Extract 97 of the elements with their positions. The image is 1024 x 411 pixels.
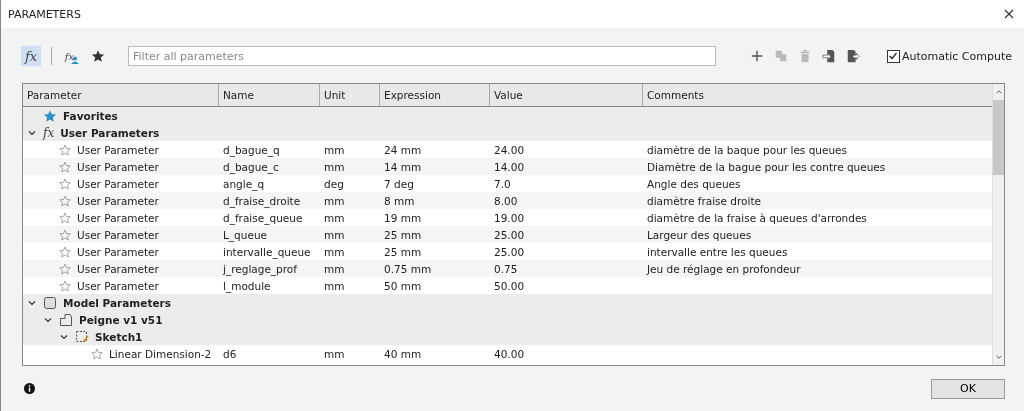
scroll-down-icon[interactable] [995,353,1003,361]
table-cell: 19.00 [494,211,525,224]
table-cell: intervalle entre les queues [647,245,788,258]
cube-icon [43,295,57,310]
star-icon [43,108,57,123]
table-cell: 40 mm [384,347,422,360]
star-icon[interactable] [59,160,71,173]
column-header[interactable]: Expression [380,84,490,106]
table-cell: deg [324,177,344,190]
tree-item[interactable]: Peigne v1 v51 [79,313,163,326]
table-cell: 8.00 [494,194,518,207]
star-icon[interactable] [59,194,71,207]
star-icon[interactable] [59,211,71,224]
table-cell: d_bague_q [223,143,280,156]
table-cell: 25.00 [494,228,525,241]
table-cell: User Parameter [77,245,159,258]
table-cell: Linear Dimension-2 [109,347,212,360]
component-icon [59,312,73,327]
table-cell: angle_q [223,177,265,190]
table-cell: mm [324,347,345,360]
table-cell: Jeu de réglage en profondeur [647,262,801,275]
table-cell: 24 mm [384,143,422,156]
table-cell: intervalle_queue [223,245,311,258]
table-cell: diamètre fraise droite [647,194,761,207]
table-cell: 50.00 [494,279,525,292]
scroll-up-icon[interactable] [995,88,1003,96]
table-cell: 25 mm [384,228,422,241]
table-cell: User Parameter [77,262,159,275]
table-cell: User Parameter [77,211,159,224]
table-cell: User Parameter [77,228,159,241]
column-header[interactable]: Name [219,84,320,106]
table-cell: L_queue [223,228,267,241]
table-cell: d_fraise_queue [223,211,303,224]
tree-item[interactable]: Favorites [63,109,118,122]
table-cell: Largeur des queues [647,228,752,241]
star-icon[interactable] [59,143,71,156]
table-cell: Angle des queues [647,177,741,190]
table-cell: 25 mm [384,245,422,258]
function-icon: fx [43,125,55,140]
table-cell: User Parameter [77,143,159,156]
table-cell: mm [324,160,345,173]
tree-item[interactable]: Model Parameters [63,296,171,309]
table-cell: 8 mm [384,194,415,207]
table-cell: diamètre de la fraise à queues d'arrondes [647,211,867,224]
table-cell: 24.00 [494,143,525,156]
scrollbar-thumb[interactable] [993,100,1004,175]
star-icon[interactable] [59,245,71,258]
star-icon[interactable] [59,262,71,275]
table-cell: mm [324,211,345,224]
sketch-icon [75,329,89,344]
check-icon [887,50,898,61]
search-field[interactable]: Filter all parameters [128,46,716,66]
table-cell: j_reglage_prof [223,262,297,275]
table-cell: mm [324,228,345,241]
table-cell: d_bague_c [223,160,279,173]
star-icon[interactable] [59,279,71,292]
table-cell: 40.00 [494,347,525,360]
table-cell: User Parameter [77,279,159,292]
table-cell: 7 deg [384,177,414,190]
table-cell: l_module [223,279,271,292]
table-cell: 0.75 [494,262,518,275]
table-cell: 14.00 [494,160,525,173]
scrollbar[interactable] [992,84,1004,365]
star-icon[interactable] [91,347,103,360]
tree-item[interactable]: Sketch1 [95,330,143,343]
table-cell: mm [324,194,345,207]
table-cell: d_fraise_droite [223,194,301,207]
table-cell: diamètre de la baque pour les queues [647,143,848,156]
table-cell: mm [324,143,345,156]
all-parameters-filter-button[interactable]: fx [21,46,41,66]
star-icon[interactable] [59,228,71,241]
table-cell: User Parameter [77,194,159,207]
column-header[interactable]: Value [490,84,643,106]
user-parameters-filter-button[interactable]: fx [62,46,82,66]
ok-button[interactable]: OK [931,378,1005,399]
table-cell: 50 mm [384,279,422,292]
table-cell: User Parameter [77,177,159,190]
table-cell: d6 [223,347,237,360]
info-icon[interactable] [24,383,35,394]
table-cell: mm [324,279,345,292]
table-cell: mm [324,245,345,258]
table-cell: 0.75 mm [384,262,432,275]
table-cell: mm [324,262,345,275]
window-title: PARAMETERS [8,7,81,21]
table-cell: User Parameter [77,160,159,173]
star-icon[interactable] [59,177,71,190]
table-cell: 19 mm [384,211,422,224]
column-header[interactable]: Unit [320,84,380,106]
automatic-compute-checkbox[interactable]: Automatic Compute [886,49,1012,63]
close-icon[interactable] [1004,9,1014,19]
column-header[interactable]: Comments [643,84,992,106]
table-cell: 7.0 [494,177,511,190]
column-header[interactable]: Parameter [23,84,219,106]
tree-item[interactable]: User Parameters [60,126,160,139]
table-cell: 14 mm [384,160,422,173]
table-cell: 25.00 [494,245,525,258]
table-cell: Diamètre de la bague pour les contre queues [647,160,886,173]
